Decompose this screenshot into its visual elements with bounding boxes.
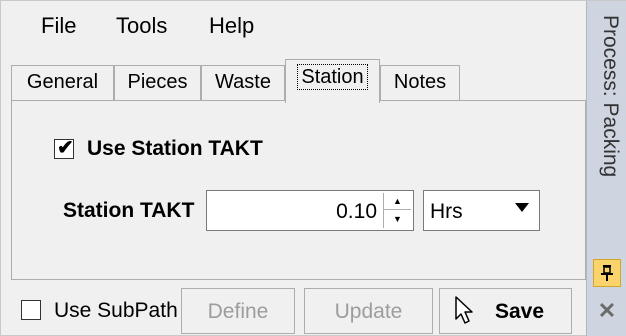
menu-bar: File Tools Help — [1, 1, 586, 53]
takt-unit-select[interactable]: Hrs — [423, 190, 540, 231]
menu-help[interactable]: Help — [209, 13, 254, 39]
tab-notes-label: Notes — [393, 71, 447, 93]
station-takt-label: Station TAKT — [63, 199, 195, 222]
cursor-icon — [455, 296, 473, 324]
menu-file[interactable]: File — [41, 13, 76, 39]
tab-general[interactable]: General — [11, 65, 114, 101]
pin-icon[interactable] — [593, 259, 621, 287]
station-takt-value: 0.10 — [336, 200, 377, 223]
update-button[interactable]: Update — [304, 288, 433, 334]
tab-waste-label: Waste — [215, 71, 271, 93]
use-station-takt-checkbox[interactable]: ✔ — [54, 137, 74, 159]
checkmark-icon: ✔ — [57, 137, 74, 159]
use-subpath-checkbox[interactable] — [21, 300, 41, 320]
use-station-takt-label: Use Station TAKT — [87, 137, 263, 160]
takt-unit-value: Hrs — [430, 200, 463, 223]
tab-notes[interactable]: Notes — [380, 65, 460, 101]
use-subpath-label: Use SubPath — [54, 299, 178, 322]
dropdown-arrow-icon — [515, 203, 529, 212]
save-button-label: Save — [494, 300, 545, 323]
tab-waste[interactable]: Waste — [201, 65, 285, 101]
station-takt-input[interactable]: 0.10 ▲ ▼ — [206, 190, 414, 231]
spin-up-icon[interactable]: ▲ — [384, 193, 411, 210]
side-panel: Process: Packing ✕ — [586, 1, 626, 336]
tab-general-label: General — [26, 71, 99, 93]
save-button[interactable]: Save — [439, 288, 572, 334]
update-button-label: Update — [334, 300, 403, 323]
spin-down-icon[interactable]: ▼ — [384, 210, 411, 227]
tab-station[interactable]: Station — [285, 59, 380, 103]
menu-tools[interactable]: Tools — [116, 13, 167, 39]
close-icon[interactable]: ✕ — [595, 298, 619, 324]
define-button-label: Define — [207, 300, 269, 323]
process-window: File Tools Help General Pieces Waste Sta… — [0, 0, 626, 336]
tab-strip: General Pieces Waste Station Notes — [1, 57, 586, 103]
tab-pieces-label: Pieces — [127, 71, 188, 93]
tab-station-label: Station — [297, 64, 368, 90]
define-button[interactable]: Define — [181, 288, 295, 334]
takt-spinner: ▲ ▼ — [383, 193, 411, 228]
bottom-toolbar: Use SubPath Define Update Save — [1, 284, 586, 336]
process-title: Process: Packing — [599, 15, 622, 178]
pin-glyph-icon — [601, 265, 613, 281]
tab-pieces[interactable]: Pieces — [114, 65, 201, 101]
